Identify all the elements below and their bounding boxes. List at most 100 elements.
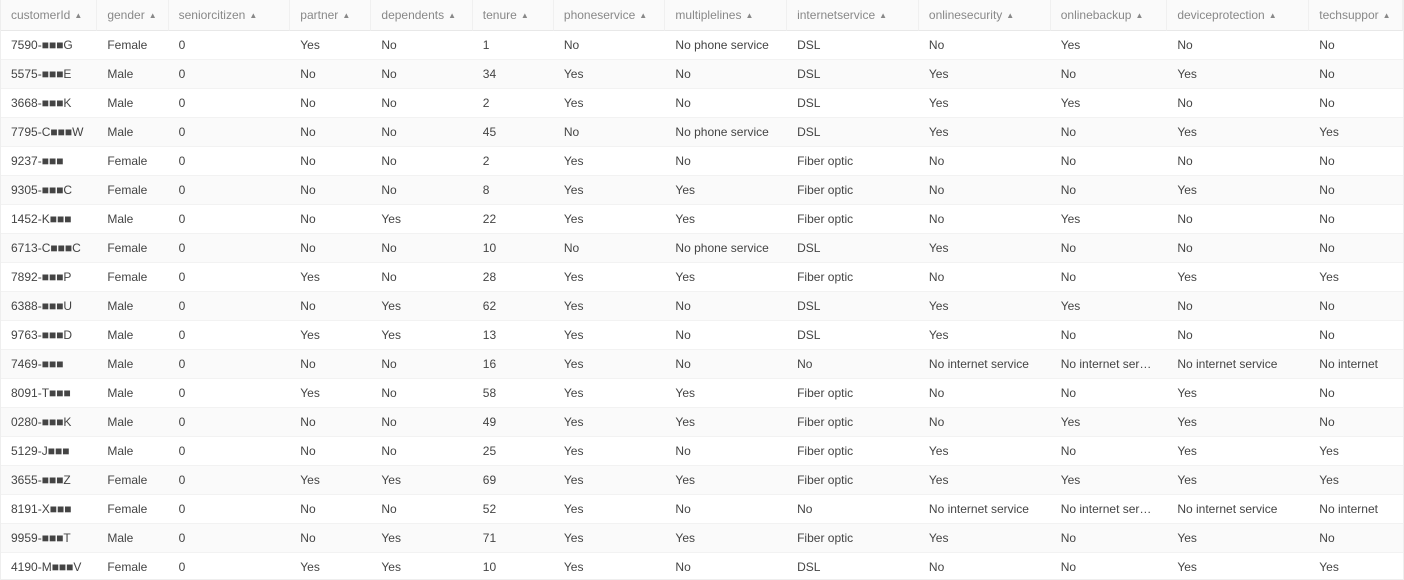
cell-onlinebackup: No — [1051, 147, 1168, 176]
table-row[interactable]: 9959-■■■TMale0NoYes71YesYesFiber opticYe… — [1, 524, 1403, 553]
table-row[interactable]: 1452-K■■■Male0NoYes22YesYesFiber opticNo… — [1, 205, 1403, 234]
cell-gender: Female — [97, 263, 168, 292]
cell-dependents: No — [371, 408, 472, 437]
table-row[interactable]: 7469-■■■Male0NoNo16YesNoNoNo internet se… — [1, 350, 1403, 379]
cell-onlinebackup: No internet ser… — [1051, 495, 1168, 524]
sort-asc-icon: ▲ — [149, 11, 157, 20]
cell-dependents: No — [371, 437, 472, 466]
cell-tenure: 22 — [473, 205, 554, 234]
table-row[interactable]: 4190-M■■■VFemale0YesYes10YesNoDSLNoNoYes… — [1, 553, 1403, 580]
cell-techsupport: No — [1309, 379, 1403, 408]
table-row[interactable]: 3668-■■■KMale0NoNo2YesNoDSLYesYesNoNo — [1, 89, 1403, 118]
column-header-onlinebackup[interactable]: onlinebackup▲ — [1051, 0, 1168, 31]
column-header-internetservice[interactable]: internetservice ▲ — [787, 0, 919, 31]
cell-onlinesecurity: No — [919, 147, 1051, 176]
cell-multiplelines: Yes — [665, 408, 787, 437]
cell-phoneservice: Yes — [554, 379, 666, 408]
cell-seniorcitizen: 0 — [169, 321, 291, 350]
cell-seniorcitizen: 0 — [169, 147, 291, 176]
cell-partner: No — [290, 176, 371, 205]
cell-dependents: No — [371, 147, 472, 176]
cell-dependents: Yes — [371, 321, 472, 350]
cell-internetservice: DSL — [787, 89, 919, 118]
table-row[interactable]: 9237-■■■Female0NoNo2YesNoFiber opticNoNo… — [1, 147, 1403, 176]
cell-customerid: 1452-K■■■ — [1, 205, 97, 234]
column-header-onlinesecurity[interactable]: onlinesecurity▲ — [919, 0, 1051, 31]
column-header-techsupport[interactable]: techsuppor▲ — [1309, 0, 1403, 31]
cell-partner: No — [290, 234, 371, 263]
cell-deviceprotection: Yes — [1167, 553, 1309, 580]
column-header-deviceprotection[interactable]: deviceprotection▲ — [1167, 0, 1309, 31]
cell-internetservice: Fiber optic — [787, 147, 919, 176]
table-row[interactable]: 7892-■■■PFemale0YesNo28YesYesFiber optic… — [1, 263, 1403, 292]
table-row[interactable]: 9763-■■■DMale0YesYes13YesNoDSLYesNoNoNo — [1, 321, 1403, 350]
cell-customerid: 3668-■■■K — [1, 89, 97, 118]
column-header-tenure[interactable]: tenure▲ — [473, 0, 554, 31]
cell-dependents: Yes — [371, 205, 472, 234]
cell-techsupport: Yes — [1309, 263, 1403, 292]
column-header-customerid[interactable]: customerId ▲ — [1, 0, 97, 31]
column-header-multiplelines[interactable]: multiplelines▲ — [665, 0, 787, 31]
table-row[interactable]: 7795-C■■■WMale0NoNo45NoNo phone serviceD… — [1, 118, 1403, 147]
cell-deviceprotection: No — [1167, 234, 1309, 263]
table-row[interactable]: 0280-■■■KMale0NoNo49YesYesFiber opticNoY… — [1, 408, 1403, 437]
table-row[interactable]: 6388-■■■UMale0NoYes62YesNoDSLYesYesNoNo — [1, 292, 1403, 321]
cell-tenure: 45 — [473, 118, 554, 147]
cell-partner: Yes — [290, 466, 371, 495]
cell-phoneservice: Yes — [554, 89, 666, 118]
table-scroll-container[interactable]: customerId▲gender▲seniorcitizen▲partner▲… — [0, 0, 1404, 580]
cell-partner: No — [290, 147, 371, 176]
cell-gender: Male — [97, 321, 168, 350]
cell-techsupport: No internet — [1309, 350, 1403, 379]
cell-tenure: 49 — [473, 408, 554, 437]
cell-gender: Female — [97, 147, 168, 176]
table-row[interactable]: 5129-J■■■Male0NoNo25YesNoFiber opticYesN… — [1, 437, 1403, 466]
cell-tenure: 10 — [473, 234, 554, 263]
cell-onlinesecurity: No — [919, 263, 1051, 292]
sort-asc-icon: ▲ — [74, 11, 82, 20]
cell-phoneservice: Yes — [554, 553, 666, 580]
cell-gender: Female — [97, 553, 168, 580]
column-header-label: dependents — [381, 8, 444, 22]
table-row[interactable]: 3655-■■■ZFemale0YesYes69YesYesFiber opti… — [1, 466, 1403, 495]
column-header-dependents[interactable]: dependents▲ — [371, 0, 472, 31]
column-header-seniorcitizen[interactable]: seniorcitizen▲ — [169, 0, 291, 31]
cell-internetservice: Fiber optic — [787, 263, 919, 292]
cell-tenure: 10 — [473, 553, 554, 580]
cell-partner: No — [290, 60, 371, 89]
cell-multiplelines: No — [665, 89, 787, 118]
cell-multiplelines: Yes — [665, 176, 787, 205]
cell-dependents: No — [371, 89, 472, 118]
cell-onlinebackup: No — [1051, 437, 1168, 466]
column-header-label: customerId — [11, 8, 70, 22]
sort-asc-icon: ▲ — [1383, 11, 1391, 20]
table-row[interactable]: 6713-C■■■CFemale0NoNo10NoNo phone servic… — [1, 234, 1403, 263]
cell-onlinebackup: Yes — [1051, 466, 1168, 495]
table-row[interactable]: 5575-■■■EMale0NoNo34YesNoDSLYesNoYesNo — [1, 60, 1403, 89]
column-header-label: internetservice — [797, 8, 875, 22]
cell-techsupport: Yes — [1309, 437, 1403, 466]
cell-internetservice: DSL — [787, 118, 919, 147]
cell-multiplelines: No — [665, 147, 787, 176]
cell-customerid: 4190-M■■■V — [1, 553, 97, 580]
table-row[interactable]: 7590-■■■GFemale0YesNo1NoNo phone service… — [1, 31, 1403, 60]
column-header-gender[interactable]: gender▲ — [97, 0, 168, 31]
cell-tenure: 62 — [473, 292, 554, 321]
cell-customerid: 3655-■■■Z — [1, 466, 97, 495]
cell-customerid: 9959-■■■T — [1, 524, 97, 553]
table-row[interactable]: 8191-X■■■Female0NoNo52YesNoNoNo internet… — [1, 495, 1403, 524]
cell-techsupport: No — [1309, 234, 1403, 263]
table-row[interactable]: 9305-■■■CFemale0NoNo8YesYesFiber opticNo… — [1, 176, 1403, 205]
cell-customerid: 6713-C■■■C — [1, 234, 97, 263]
cell-multiplelines: No — [665, 495, 787, 524]
column-header-phoneservice[interactable]: phoneservice▲ — [554, 0, 666, 31]
cell-techsupport: No — [1309, 31, 1403, 60]
table-row[interactable]: 8091-T■■■Male0YesNo58YesYesFiber opticNo… — [1, 379, 1403, 408]
cell-tenure: 52 — [473, 495, 554, 524]
cell-seniorcitizen: 0 — [169, 292, 291, 321]
column-header-partner[interactable]: partner▲ — [290, 0, 371, 31]
cell-partner: No — [290, 495, 371, 524]
cell-onlinebackup: No — [1051, 118, 1168, 147]
cell-partner: Yes — [290, 379, 371, 408]
sort-asc-icon: ▲ — [879, 11, 887, 20]
